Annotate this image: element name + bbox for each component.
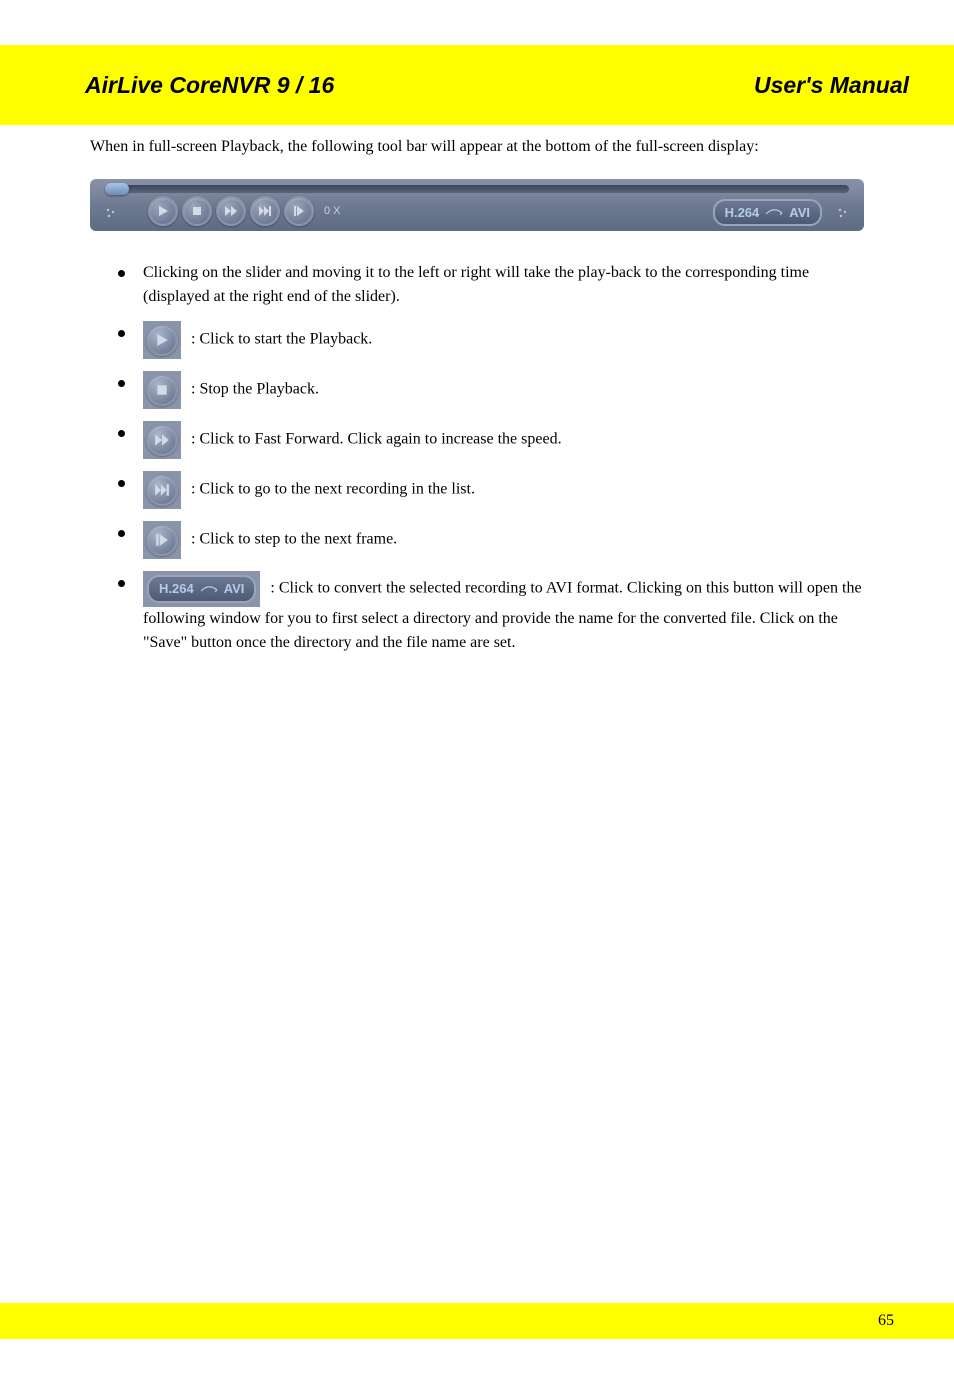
bullet-text: Clicking on the slider and moving it to … bbox=[143, 261, 864, 309]
fast-forward-icon-inline bbox=[143, 421, 181, 459]
h264-text: H.264 bbox=[725, 203, 760, 223]
list-item: : Stop the Playback. bbox=[90, 371, 864, 409]
bullet-text: : Click to start the Playback. bbox=[191, 331, 372, 348]
play-button[interactable] bbox=[148, 196, 178, 226]
bullet-icon bbox=[118, 270, 125, 277]
bullet-icon bbox=[118, 430, 125, 437]
list-item: Clicking on the slider and moving it to … bbox=[90, 261, 864, 309]
list-item: H.264 AVI : Click to convert the selecte… bbox=[90, 571, 864, 655]
bullet-text: : Click to Fast Forward. Click again to … bbox=[191, 431, 562, 448]
list-item: : Click to go to the next recording in t… bbox=[90, 471, 864, 509]
bullet-text: : Stop the Playback. bbox=[191, 381, 319, 398]
manual-label: User's Manual bbox=[754, 72, 909, 99]
list-item: : Click to start the Playback. bbox=[90, 321, 864, 359]
next-button[interactable] bbox=[250, 196, 280, 226]
avi-text: AVI bbox=[789, 203, 810, 223]
stop-button[interactable] bbox=[182, 196, 212, 226]
bullet-icon bbox=[118, 580, 125, 587]
bullet-icon bbox=[118, 380, 125, 387]
list-item: : Click to step to the next frame. bbox=[90, 521, 864, 559]
bullet-icon bbox=[118, 480, 125, 487]
bullet-icon bbox=[118, 330, 125, 337]
h264-avi-button[interactable]: H.264 AVI bbox=[713, 199, 822, 227]
bullet-icon bbox=[118, 530, 125, 537]
fast-forward-button[interactable] bbox=[216, 196, 246, 226]
progress-track[interactable] bbox=[105, 185, 849, 193]
play-icon-inline bbox=[143, 321, 181, 359]
header-banner: AirLive CoreNVR 9 / 16 User's Manual bbox=[0, 45, 954, 125]
arrow-icon bbox=[765, 208, 783, 216]
progress-handle[interactable] bbox=[105, 183, 129, 195]
step-button[interactable] bbox=[284, 196, 314, 226]
step-icon-inline bbox=[143, 521, 181, 559]
product-name: AirLive CoreNVR 9 / 16 bbox=[85, 72, 334, 99]
list-item: : Click to Fast Forward. Click again to … bbox=[90, 421, 864, 459]
intro-paragraph: When in full-screen Playback, the follow… bbox=[90, 135, 864, 159]
content-area: When in full-screen Playback, the follow… bbox=[0, 125, 954, 655]
player-toolbar: 0 X H.264 AVI bbox=[90, 179, 864, 231]
page-number: 65 bbox=[878, 1312, 894, 1330]
next-icon-inline bbox=[143, 471, 181, 509]
left-decoration bbox=[102, 200, 120, 226]
h264-avi-icon-inline: H.264 AVI bbox=[143, 571, 260, 607]
right-decoration bbox=[834, 200, 852, 226]
speed-label: 0 X bbox=[324, 203, 341, 220]
feature-list: Clicking on the slider and moving it to … bbox=[90, 261, 864, 655]
stop-icon-inline bbox=[143, 371, 181, 409]
bullet-text: : Click to step to the next frame. bbox=[191, 531, 397, 548]
bullet-text: : Click to go to the next recording in t… bbox=[191, 481, 475, 498]
footer-banner: 65 bbox=[0, 1303, 954, 1339]
